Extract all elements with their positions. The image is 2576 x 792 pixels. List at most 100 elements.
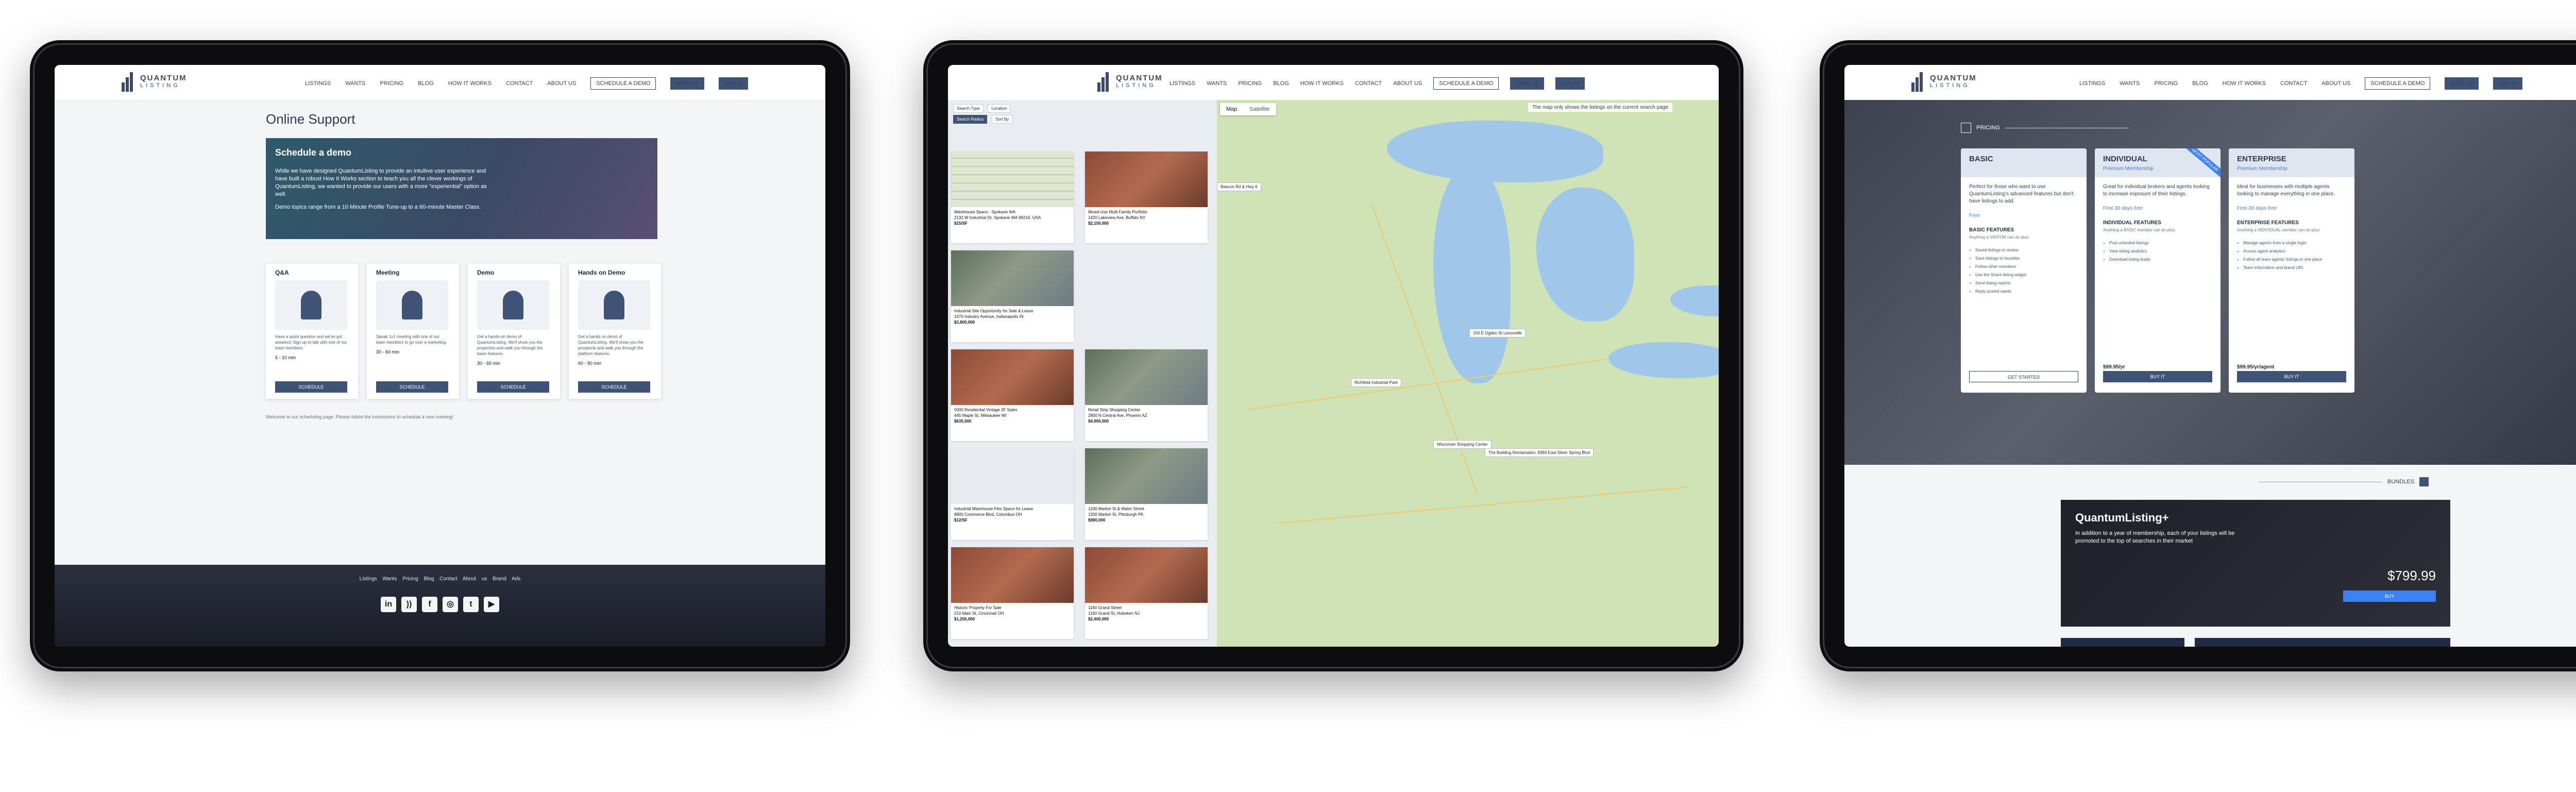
plan-trial-link[interactable]: Free <box>1969 212 2078 220</box>
listing-address: 445 Maple St, Milwaukee WI <box>954 413 1007 418</box>
pricing-label: PRICING <box>1961 123 2129 133</box>
nav-blog[interactable]: BLOG <box>418 80 434 87</box>
schedule-demo-button[interactable]: SCHEDULE A DEMO <box>2365 77 2431 90</box>
signup-button[interactable]: SIGN UP <box>1510 77 1544 90</box>
listing-card[interactable]: Mixed-Use Multi Family Portfolio 1420 Lak… <box>1085 151 1208 243</box>
nav-about[interactable]: ABOUT US <box>1393 80 1422 87</box>
plan-feature: Post unlimited listings <box>2109 239 2212 247</box>
listing-grid: Warehouse Space - Spokane WA 2132 W Indus… <box>951 151 1214 639</box>
bundles-icon <box>2419 477 2429 486</box>
nav-listings[interactable]: LISTINGS <box>305 80 331 87</box>
nav-listings[interactable]: LISTINGS <box>1170 80 1195 87</box>
listing-price: $4,900,000 <box>1088 419 1109 424</box>
plan-feature: Send listing reports <box>1975 279 2078 288</box>
tab-satellite[interactable]: Satellite <box>1243 103 1276 115</box>
listing-card[interactable]: 5000 Residential Vintage 2F Sales 445 Map… <box>951 349 1074 441</box>
map-panel[interactable]: Map Satellite The map only shows the lis… <box>1217 100 1719 647</box>
twitter-icon[interactable]: t <box>463 597 479 612</box>
listing-card[interactable]: Industrial Warehouse Flex Space for Leas… <box>951 448 1074 540</box>
schedule-demo-button[interactable]: SCHEDULE A DEMO <box>1433 77 1499 90</box>
nav-contact[interactable]: CONTACT <box>506 80 533 87</box>
logo-text: QUANTUM <box>140 74 187 82</box>
nav-contact[interactable]: CONTACT <box>1355 80 1382 87</box>
bundle-buy-button[interactable]: BUY <box>2343 591 2436 602</box>
schedule-button[interactable]: SCHEDULE <box>275 381 347 393</box>
signup-button[interactable]: SIGN UP <box>670 77 704 90</box>
buy-button[interactable]: BUY IT <box>2103 371 2212 382</box>
listing-price: $635,000 <box>954 419 972 424</box>
listing-address: 1070 Industry Avenue, Indianapolis IN <box>954 314 1024 319</box>
listing-address: 210 Main St, Cincinnati OH <box>954 611 1004 616</box>
logo[interactable]: QUANTUM LISTING <box>1911 72 1977 92</box>
schedule-button[interactable]: SCHEDULE <box>477 381 549 393</box>
person-illustration-icon <box>275 280 347 330</box>
signup-button[interactable]: SIGN UP <box>2445 77 2479 90</box>
nav-pricing[interactable]: PRICING <box>2154 80 2178 87</box>
linkedin-icon[interactable]: in <box>381 597 396 612</box>
nav-pricing[interactable]: PRICING <box>380 80 403 87</box>
listing-card[interactable]: Historic Property For Sale 210 Main St, C… <box>951 547 1074 639</box>
map-marker[interactable]: Wisconsin Shopping Center <box>1433 440 1492 449</box>
nav-about[interactable]: ABOUT US <box>547 80 576 87</box>
nav-about[interactable]: ABOUT US <box>2321 80 2350 87</box>
plan-name: BASIC <box>1969 155 1993 163</box>
buy-button[interactable]: BUY IT <box>2237 371 2346 382</box>
social-links: in )) f ◎ t ▶ <box>55 597 825 612</box>
nav-how-it-works[interactable]: HOW IT WORKS <box>448 80 492 87</box>
listing-card[interactable]: Industrial Site Opportunity for Sale & L… <box>951 250 1074 342</box>
login-button[interactable]: LOG IN <box>718 77 748 90</box>
nav-listings[interactable]: LISTINGS <box>2079 80 2105 87</box>
search-radius-filter[interactable]: Search Radius <box>953 115 988 124</box>
login-button[interactable]: LOG IN <box>2493 77 2522 90</box>
listing-image <box>951 448 1074 504</box>
pricing-section: PRICING BASIC Perfect for those who want… <box>1844 100 2576 465</box>
schedule-button[interactable]: SCHEDULE <box>376 381 448 393</box>
nav-wants[interactable]: WANTS <box>345 80 365 87</box>
nav-blog[interactable]: BLOG <box>1273 80 1289 87</box>
plan-trial-link[interactable]: First 30 days free <box>2103 205 2212 212</box>
map-marker[interactable]: The Building Reclamation, 8384 East Silv… <box>1485 448 1594 457</box>
nav-contact[interactable]: CONTACT <box>2280 80 2307 87</box>
listing-card[interactable]: 1200 Market St & Water Street 1200 Market… <box>1085 448 1208 540</box>
map-marker[interactable]: Beacon Rd & Hwy 6 <box>1217 182 1261 191</box>
location-filter[interactable]: Location <box>988 104 1011 113</box>
search-type-filter[interactable]: Search Type <box>953 104 984 113</box>
listing-card[interactable]: 1160 Grand Street 1160 Grand St, Hoboken … <box>1085 547 1208 639</box>
nav-how-it-works[interactable]: HOW IT WORKS <box>2223 80 2266 87</box>
plan-name: ENTERPRISE <box>2237 155 2286 163</box>
nav-links: LISTINGS WANTS PRICING BLOG HOW IT WORKS… <box>305 77 748 90</box>
nav-wants[interactable]: WANTS <box>2120 80 2140 87</box>
listing-title: Industrial Warehouse Flex Space for Leas… <box>954 507 1033 511</box>
next-card-peek <box>2195 638 2450 647</box>
youtube-icon[interactable]: ▶ <box>484 597 499 612</box>
get-started-button[interactable]: GET STARTED <box>1969 371 2078 382</box>
map-marker[interactable]: Richfield Industrial Park <box>1351 378 1402 387</box>
plan-trial-link[interactable]: First 30 days free <box>2237 205 2346 212</box>
card-qa: Q&A Have a quick question and we've got … <box>266 264 358 399</box>
schedule-button[interactable]: SCHEDULE <box>578 381 650 393</box>
login-button[interactable]: LOG IN <box>1555 77 1585 90</box>
listing-address: 1200 Market St, Pittsburgh PA <box>1088 512 1144 517</box>
nav-how-it-works[interactable]: HOW IT WORKS <box>1300 80 1344 87</box>
plan-features-sub: Anything a VISITOR can do plus: <box>1969 235 2030 240</box>
nav-blog[interactable]: BLOG <box>2192 80 2208 87</box>
listing-card[interactable]: Warehouse Space - Spokane WA 2132 W Indus… <box>951 151 1074 243</box>
logo[interactable]: QUANTUM LISTING <box>122 72 187 92</box>
logo[interactable]: QUANTUM LISTING <box>1097 72 1163 92</box>
banner-paragraph-2: Demo topics range from a 10 Minute Profi… <box>275 204 481 210</box>
nav-wants[interactable]: WANTS <box>1207 80 1227 87</box>
nav-pricing[interactable]: PRICING <box>1238 80 1262 87</box>
rss-icon[interactable]: )) <box>401 597 417 612</box>
card-text: Get a hands-on demo of QuantumListing. W… <box>477 334 543 356</box>
footer-links[interactable]: Listings Wants Pricing Blog Contact Abou… <box>55 576 825 582</box>
logo-subtext: LISTING <box>1116 82 1156 89</box>
listing-card[interactable]: Retail Strip Shopping Center 2800 N Centr… <box>1085 349 1208 441</box>
instagram-icon[interactable]: ◎ <box>443 597 458 612</box>
facebook-icon[interactable]: f <box>422 597 437 612</box>
schedule-demo-button[interactable]: SCHEDULE A DEMO <box>590 77 656 90</box>
plan-feature: Follow all team agents' listings in one … <box>2243 256 2346 264</box>
tab-map[interactable]: Map <box>1220 103 1243 115</box>
plan-features-title: ENTERPRISE FEATURES <box>2237 220 2299 226</box>
map-marker[interactable]: 150 E Ogden St Lenoxville <box>1469 329 1526 338</box>
sort-by-select[interactable]: Sort By <box>991 115 1013 124</box>
